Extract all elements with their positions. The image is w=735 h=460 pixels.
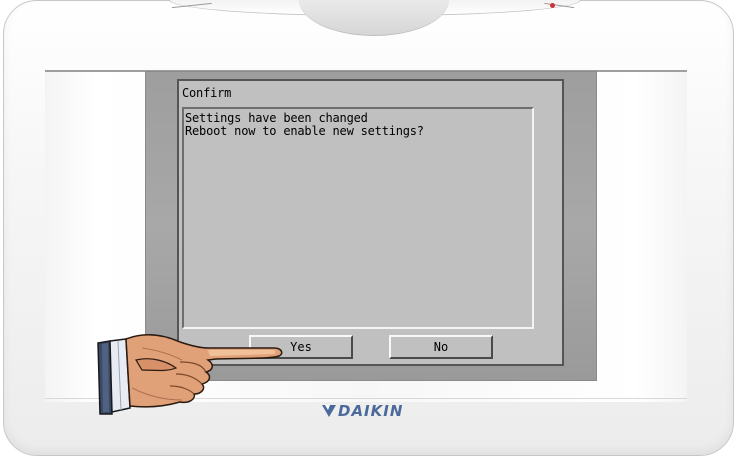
status-led-icon	[550, 3, 555, 8]
daikin-logo: DAIKIN	[322, 402, 403, 420]
message-line: Reboot now to enable new settings?	[185, 124, 424, 138]
daikin-logo-icon	[322, 405, 336, 417]
logo-text: DAIKIN	[338, 402, 404, 420]
no-button[interactable]: No	[389, 335, 493, 359]
pointing-hand-icon	[97, 334, 283, 415]
touch-screen: Confirm Settings have been changed Reboo…	[177, 79, 564, 366]
controller-stage: Confirm Settings have been changed Reboo…	[0, 0, 735, 460]
dialog-title: Confirm	[182, 86, 232, 100]
message-box: Settings have been changed Reboot now to…	[182, 107, 534, 329]
message-lines: Settings have been changed Reboot now to…	[184, 109, 532, 138]
housing-top-notch	[299, 0, 449, 36]
